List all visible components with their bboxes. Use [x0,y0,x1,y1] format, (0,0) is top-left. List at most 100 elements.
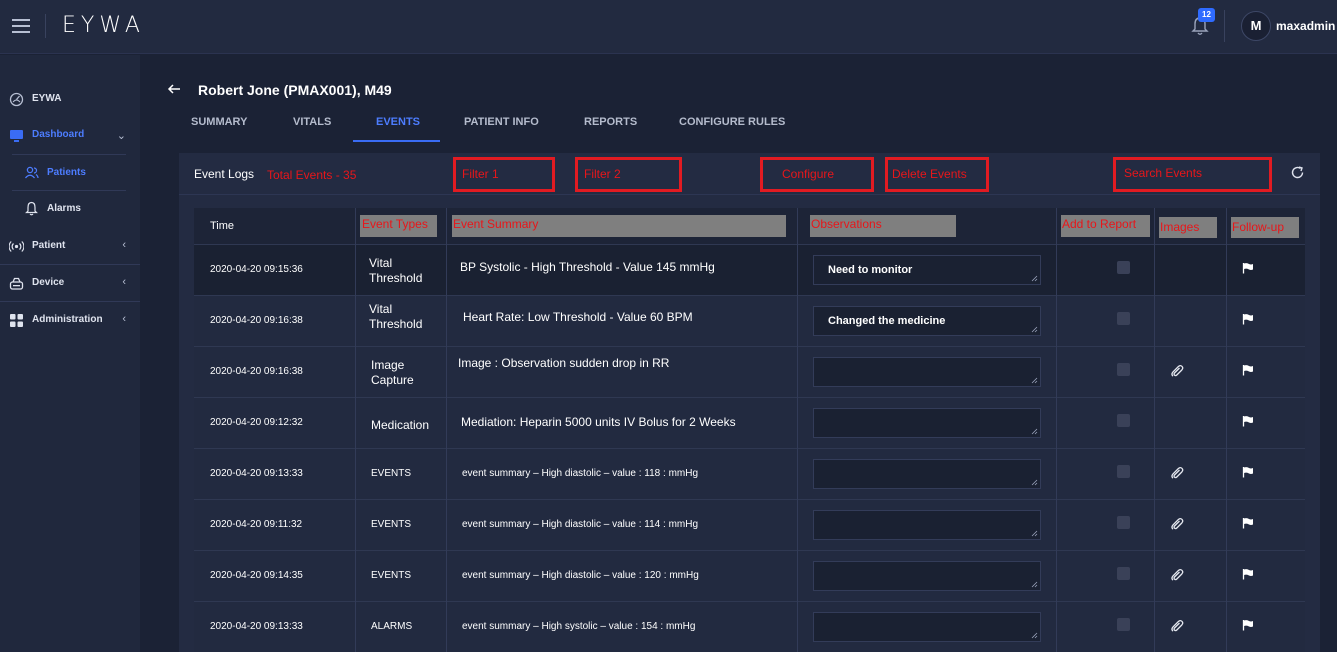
add-to-report-checkbox[interactable] [1117,465,1130,478]
row-event-type: ALARMS [371,621,413,632]
row-event-type: Image Capture [371,358,414,387]
resize-grip-icon[interactable] [1031,377,1038,384]
observation-input[interactable] [813,510,1041,540]
paperclip-icon[interactable] [1170,364,1184,378]
observation-input[interactable] [813,561,1041,591]
add-to-report-checkbox[interactable] [1117,516,1130,529]
observation-input[interactable] [813,357,1041,387]
column-divider [1226,208,1227,652]
flag-icon[interactable] [1242,364,1254,376]
sidebar-item-device[interactable]: Device ‹ [0,265,140,301]
tab-reports[interactable]: REPORTS [584,116,637,128]
table-row [194,499,1305,550]
row-time: 2020-04-20 09:12:32 [210,417,303,428]
sidebar-item-patients[interactable]: Patients [12,155,126,190]
tab-configure-rules[interactable]: CONFIGURE RULES [679,116,785,128]
column-header-observations: Observations [811,217,882,231]
observation-input[interactable] [813,612,1041,642]
column-header-time: Time [210,220,235,232]
paperclip-icon[interactable] [1170,568,1184,582]
brand-divider [45,14,46,38]
add-to-report-checkbox[interactable] [1117,414,1130,427]
row-event-summary: Image : Observation sudden drop in RR [458,356,670,370]
notification-badge: 12 [1198,8,1215,22]
back-arrow-icon[interactable] [166,81,182,97]
paperclip-icon[interactable] [1170,466,1184,480]
flag-icon[interactable] [1242,517,1254,529]
flag-icon[interactable] [1242,415,1254,427]
row-time: 2020-04-20 09:15:36 [210,264,303,275]
tab-summary[interactable]: SUMMARY [191,116,247,128]
sidebar-item-alarms[interactable]: Alarms [12,191,126,226]
device-icon [9,277,24,290]
column-divider [1154,208,1155,652]
avatar[interactable]: M [1241,11,1271,41]
resize-grip-icon[interactable] [1031,428,1038,435]
sidebar-item-eywa[interactable]: EYWA [0,81,140,117]
row-event-summary: Heart Rate: Low Threshold - Value 60 BPM [463,310,693,324]
tab-patient-info[interactable]: PATIENT INFO [464,116,539,128]
add-to-report-checkbox[interactable] [1117,567,1130,580]
add-to-report-checkbox[interactable] [1117,261,1130,274]
sidebar-item-label: Device [32,277,65,288]
observation-input[interactable]: Changed the medicine [813,306,1041,336]
filter-1-button[interactable]: Filter 1 [453,157,555,192]
bell-icon [25,201,38,216]
resize-grip-icon[interactable] [1031,530,1038,537]
refresh-icon[interactable] [1290,165,1305,180]
column-header-images: Images [1160,220,1200,234]
resize-grip-icon[interactable] [1031,275,1038,282]
table-row [194,244,1305,295]
menu-icon[interactable] [12,19,30,33]
resize-grip-icon[interactable] [1031,581,1038,588]
column-header-event-summary: Event Summary [453,217,539,231]
row-event-type: EVENTS [371,519,412,530]
paperclip-icon[interactable] [1170,517,1184,531]
sidebar-item-patient[interactable]: Patient ‹ [0,228,140,264]
configure-button[interactable]: Configure [760,157,874,192]
sidebar-item-administration[interactable]: Administration ‹ [0,302,140,338]
sidebar-item-dashboard[interactable]: Dashboard ⌄ [0,117,140,153]
flag-icon[interactable] [1242,619,1254,631]
table-row [194,295,1305,346]
add-to-report-checkbox[interactable] [1117,312,1130,325]
row-time: 2020-04-20 09:16:38 [210,366,303,377]
add-to-report-checkbox[interactable] [1117,363,1130,376]
sidebar-item-label: Patient [32,240,66,251]
observation-input[interactable] [813,408,1041,438]
row-event-summary: event summary – High diastolic – value :… [462,519,699,530]
delete-events-button[interactable]: Delete Events [885,157,989,192]
resize-grip-icon[interactable] [1031,632,1038,639]
username[interactable]: maxadmin [1276,19,1335,33]
gauge-icon [9,92,24,107]
paperclip-icon[interactable] [1170,619,1184,633]
search-events-input[interactable]: Search Events [1113,157,1272,192]
sidebar: EYWA Dashboard ⌄ Patients Alarms Patient… [0,55,140,652]
resize-grip-icon[interactable] [1031,479,1038,486]
flag-icon[interactable] [1242,262,1254,274]
page-title: Robert Jone (PMAX001), M49 [198,82,392,98]
topbar-divider [1224,10,1225,42]
row-event-type: EVENTS [371,468,412,479]
tab-vitals[interactable]: VITALS [293,116,331,128]
observation-input[interactable] [813,459,1041,489]
row-time: 2020-04-20 09:14:35 [210,570,303,581]
flag-icon[interactable] [1242,568,1254,580]
flag-icon[interactable] [1242,466,1254,478]
chevron-down-icon: ⌄ [116,130,126,142]
flag-icon[interactable] [1242,313,1254,325]
row-time: 2020-04-20 09:11:32 [210,519,303,530]
observation-input[interactable]: Need to monitor [813,255,1041,285]
sidebar-item-label: EYWA [32,93,62,104]
column-header-follow-up: Follow-up [1232,220,1285,234]
chevron-left-icon: ‹ [122,239,126,251]
divider [179,194,1320,195]
observation-text: Need to monitor [828,264,913,276]
event-logs-title: Event Logs [194,167,255,181]
tab-events[interactable]: EVENTS [376,116,420,128]
row-event-type: Medication [371,418,430,432]
filter-2-button[interactable]: Filter 2 [575,157,682,192]
add-to-report-checkbox[interactable] [1117,618,1130,631]
sidebar-item-label: Administration [32,314,103,325]
resize-grip-icon[interactable] [1031,326,1038,333]
